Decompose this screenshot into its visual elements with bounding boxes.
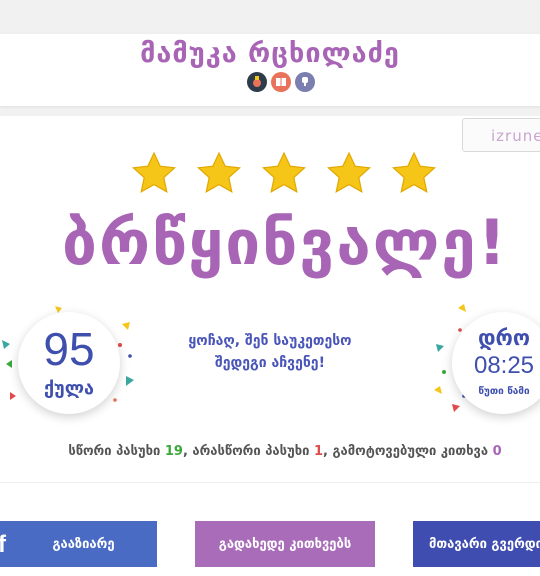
score-circle: 95 ქულა <box>18 312 120 414</box>
message-line-2: შედეგი აჩვენე! <box>215 355 325 371</box>
review-button-label: გადახედე კითხვებს <box>218 536 352 552</box>
wrong-label: არასწორი პასუხი <box>192 444 310 459</box>
share-button-label: გააზიარე <box>52 536 115 552</box>
score-value: 95 <box>43 323 95 375</box>
review-questions-button[interactable]: გადახედე კითხვებს <box>195 521 375 567</box>
home-button[interactable]: მთავარი გვერდი <box>413 521 540 567</box>
medal-badge-icon <box>247 72 267 92</box>
time-value: 08:25 <box>473 352 535 379</box>
facebook-icon: f <box>0 531 6 558</box>
divider <box>0 482 540 483</box>
result-message: ყოჩაღ, შენ საუკეთესო შედეგი აჩვენე! <box>170 330 370 374</box>
user-name: მამუკა რცხილაძე <box>140 38 400 69</box>
share-button[interactable]: f გააზიარე <box>0 521 157 567</box>
star-icon <box>197 151 241 193</box>
star-icon <box>392 151 436 193</box>
badge-list <box>247 72 315 92</box>
book-badge-icon <box>271 72 291 92</box>
message-line-1: ყოჩაღ, შენ საუკეთესო <box>188 333 352 349</box>
skipped-count: 0 <box>492 444 502 459</box>
trophy-badge-icon <box>295 72 315 92</box>
header: მამუკა რცხილაძე <box>0 34 540 106</box>
time-unit: წუთი წამი <box>478 386 530 397</box>
rating-stars <box>130 150 436 200</box>
correct-label: სწორი პასუხი <box>68 444 161 459</box>
correct-count: 19 <box>164 444 183 459</box>
score-label: ქულა <box>43 378 95 399</box>
star-icon <box>132 151 176 193</box>
star-icon <box>327 151 371 193</box>
time-label: დრო <box>478 326 530 350</box>
wrong-count: 1 <box>313 444 323 459</box>
result-title: ბრწყინვალე! <box>62 206 508 279</box>
star-icon <box>262 151 306 193</box>
answer-stats: სწორი პასუხი 19, არასწორი პასუხი 1, გამო… <box>68 444 502 459</box>
izrune-button[interactable]: izrune <box>462 118 540 152</box>
skipped-label: გამოტოვებული კითხვა <box>332 444 489 459</box>
home-button-label: მთავარი გვერდი <box>429 536 540 552</box>
